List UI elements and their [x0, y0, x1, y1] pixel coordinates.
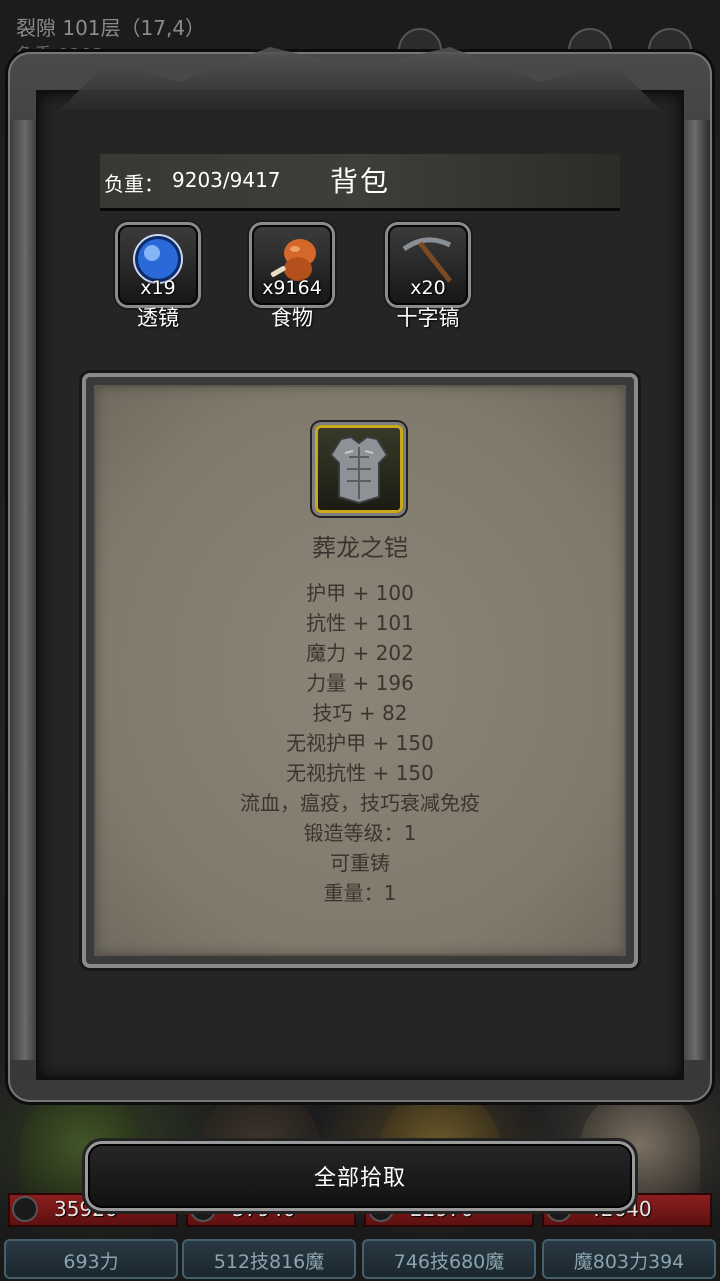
inventory-slot-lens[interactable]: x19	[118, 225, 198, 305]
pickup-all-label: 全部拾取	[313, 1166, 406, 1191]
party-stat-badge-1[interactable]: 693力	[4, 1239, 178, 1279]
stat-line: 抗性 + 101	[306, 611, 414, 635]
inventory-name-food: 食物	[271, 306, 313, 330]
stat-line: 无视护甲 + 150	[286, 731, 434, 755]
item-count: x9164	[262, 277, 322, 299]
stat-line: 无视抗性 + 150	[286, 761, 434, 785]
weight-label: 负重：	[104, 172, 164, 196]
weight-value: 9203/9417	[172, 168, 281, 192]
badge-text: 746技680魔	[393, 1251, 505, 1273]
armor-icon	[329, 435, 389, 505]
stat-line: 护甲 + 100	[306, 581, 414, 605]
stat-line: 重量：1	[323, 881, 397, 905]
stat-line: 流血，瘟疫，技巧衰减免疫	[240, 791, 480, 815]
badge-text: 512技816魔	[213, 1251, 325, 1273]
party-stat-badge-4[interactable]: 魔803力394	[542, 1239, 716, 1279]
inventory-slot-pickaxe[interactable]: x20	[388, 225, 468, 305]
item-icon-slot	[315, 425, 403, 513]
floor-text: 裂隙 101层（17,4）	[16, 16, 206, 40]
badge-text: 693力	[63, 1251, 119, 1273]
party-stat-badge-3[interactable]: 746技680魔	[362, 1239, 536, 1279]
frame-ornament-right	[680, 120, 710, 1060]
page-title: 背包	[330, 165, 391, 198]
stat-line: 可重铸	[330, 851, 390, 875]
sword-icon	[14, 1198, 36, 1220]
stat-line: 魔力 + 202	[306, 641, 414, 665]
inventory-name-pickaxe: 十字镐	[396, 306, 460, 330]
stat-line: 技巧 + 82	[312, 701, 408, 725]
item-count: x20	[410, 277, 446, 299]
badge-text: 魔803力394	[573, 1251, 685, 1273]
stat-line: 锻造等级：1	[303, 821, 417, 845]
item-stats: 护甲 + 100 抗性 + 101 魔力 + 202 力量 + 196 技巧 +…	[94, 578, 626, 908]
item-name: 葬龙之铠	[312, 534, 408, 562]
stat-line: 力量 + 196	[306, 671, 414, 695]
inventory-name-lens: 透镜	[137, 306, 179, 330]
item-count: x19	[140, 277, 176, 299]
party-stat-badge-2[interactable]: 512技816魔	[182, 1239, 356, 1279]
pickup-all-button[interactable]: 全部拾取	[88, 1144, 632, 1208]
inventory-slot-food[interactable]: x9164	[252, 225, 332, 305]
